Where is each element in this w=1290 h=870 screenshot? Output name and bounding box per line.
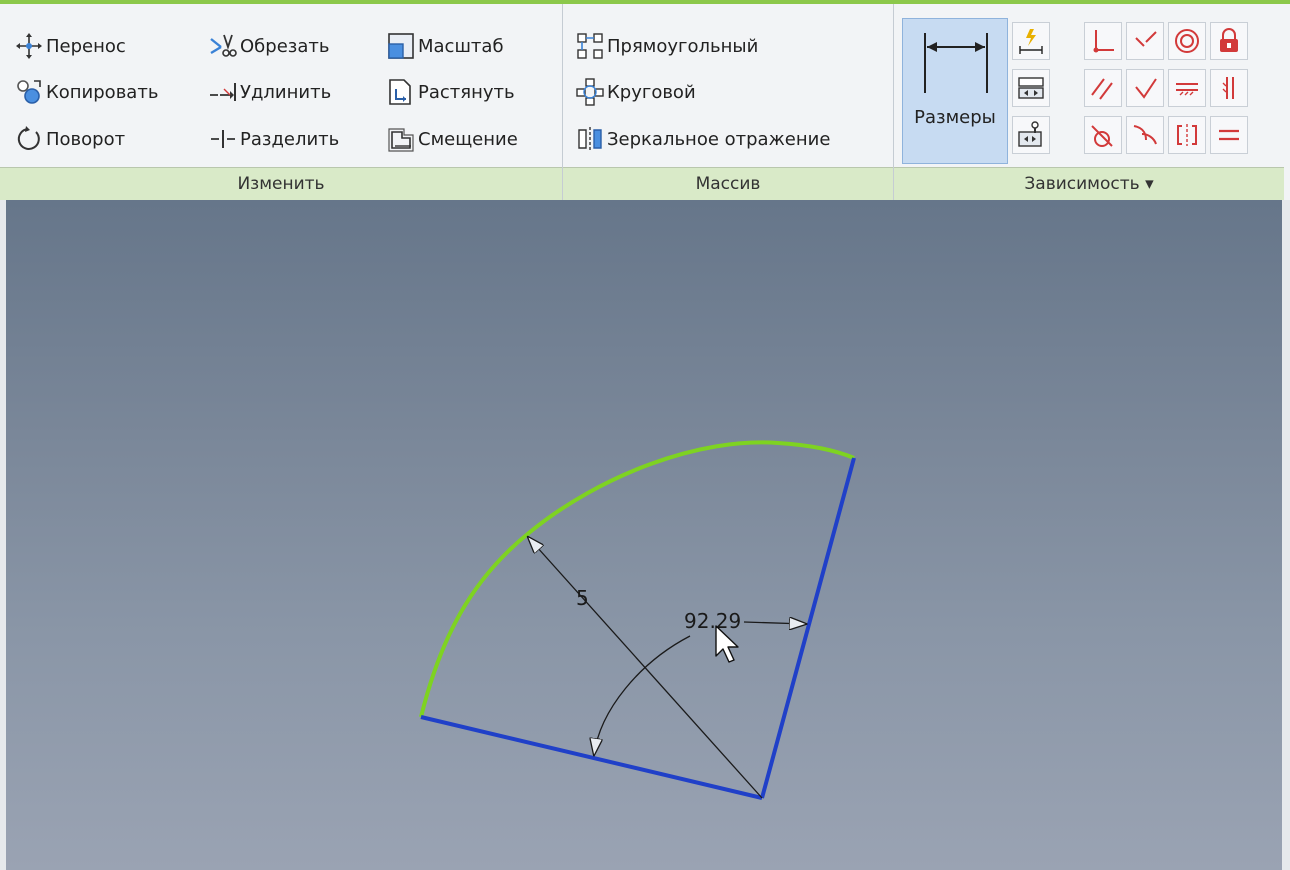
vertical-constraint-button[interactable] [1210,69,1248,107]
constraint-settings-icon [1018,121,1042,147]
mirror-label: Зеркальное отражение [607,128,831,150]
pattern-panel-title[interactable]: Массив [563,167,893,200]
auto-dimension-icon [1019,29,1043,54]
modify-panel-title[interactable]: Изменить [0,167,562,200]
extend-tool[interactable]: Удлинить [206,75,331,109]
angle-dimension-arc [594,635,691,755]
split-tool[interactable]: Разделить [206,122,339,156]
copy-label: Копировать [46,81,159,103]
horizontal-icon [1176,83,1198,96]
dimension-label: Размеры [914,107,996,128]
trim-label: Обрезать [240,35,330,57]
mirror-tool[interactable]: Зеркальное отражение [573,122,830,156]
coincident-icon [1093,30,1114,53]
offset-label: Смещение [418,128,518,150]
rotate-label: Поворот [46,128,126,150]
copy-tool[interactable]: Копировать [12,75,158,109]
scale-icon [384,29,418,63]
smooth-constraint-button[interactable] [1126,116,1164,154]
angle-dimension-leader [743,622,806,624]
vertical-icon [1222,77,1234,99]
sketch-line-bottom[interactable] [420,715,763,800]
perpendicular-icon [1135,78,1157,99]
modify-panel: Перенос Копировать Поворот Обрезать Удли… [0,4,562,200]
fix-constraint-button[interactable] [1210,22,1248,60]
parallel-constraint-button[interactable] [1084,69,1122,107]
concentric-icon [1175,29,1199,53]
trim-tool[interactable]: Обрезать [206,29,329,63]
graphics-window[interactable]: 5 92.29 [0,200,1290,870]
concentric-constraint-button[interactable] [1168,22,1206,60]
symmetric-constraint-button[interactable] [1168,116,1206,154]
stretch-tool[interactable]: Растянуть [384,75,515,109]
mirror-icon [573,122,607,156]
horizontal-constraint-button[interactable] [1168,69,1206,107]
trim-icon [206,29,240,63]
show-constraints-icon [1018,77,1044,99]
rectangular-pattern-icon [573,29,607,63]
auto-dimension-button[interactable] [1012,22,1050,60]
circular-pattern-tool[interactable]: Круговой [573,75,696,109]
constrain-panel-title[interactable]: Зависимость ▾ [894,167,1284,200]
offset-icon [384,122,418,156]
collinear-icon [1135,31,1157,47]
viewport-frame-left [0,200,6,870]
equal-constraint-button[interactable] [1210,116,1248,154]
extend-label: Удлинить [240,81,332,103]
parallel-icon [1091,78,1113,100]
circular-pattern-icon [573,75,607,109]
collinear-constraint-button[interactable] [1126,22,1164,60]
sketch-line-right[interactable] [760,457,856,799]
show-constraints-button[interactable] [1012,69,1050,107]
perpendicular-constraint-button[interactable] [1126,69,1164,107]
radius-dimension-text[interactable]: 5 [576,586,589,610]
coincident-constraint-button[interactable] [1084,22,1122,60]
dimension-button[interactable]: Размеры [902,18,1008,164]
move-icon [12,29,46,63]
split-label: Разделить [240,128,340,150]
extend-icon [206,75,240,109]
pattern-panel: Прямоугольный Круговой Зеркальное отраже… [563,4,893,200]
tangent-icon [1091,125,1113,147]
move-label: Перенос [46,35,126,57]
viewport-frame-right [1282,200,1290,870]
rectangular-pattern-tool[interactable]: Прямоугольный [573,29,758,63]
offset-tool[interactable]: Смещение [384,122,518,156]
split-icon [206,122,240,156]
rectangular-pattern-label: Прямоугольный [607,35,759,57]
equal-icon [1219,129,1239,141]
rotate-icon [12,122,46,156]
smooth-icon [1133,125,1157,145]
scale-label: Масштаб [418,35,504,57]
lock-icon [1220,28,1238,52]
constraint-settings-button[interactable] [1012,116,1050,154]
angle-dimension-text[interactable]: 92.29 [684,609,741,633]
sketch-canvas[interactable]: 5 92.29 [0,200,1290,870]
rotate-tool[interactable]: Поворот [12,122,125,156]
dimension-icon [924,33,988,93]
symmetric-icon [1177,124,1197,146]
circular-pattern-label: Круговой [607,81,696,103]
move-tool[interactable]: Перенос [12,29,126,63]
copy-icon [12,75,46,109]
tangent-constraint-button[interactable] [1084,116,1122,154]
scale-tool[interactable]: Масштаб [384,29,504,63]
stretch-icon [384,75,418,109]
ribbon: Перенос Копировать Поворот Обрезать Удли… [0,0,1290,200]
stretch-label: Растянуть [418,81,515,103]
